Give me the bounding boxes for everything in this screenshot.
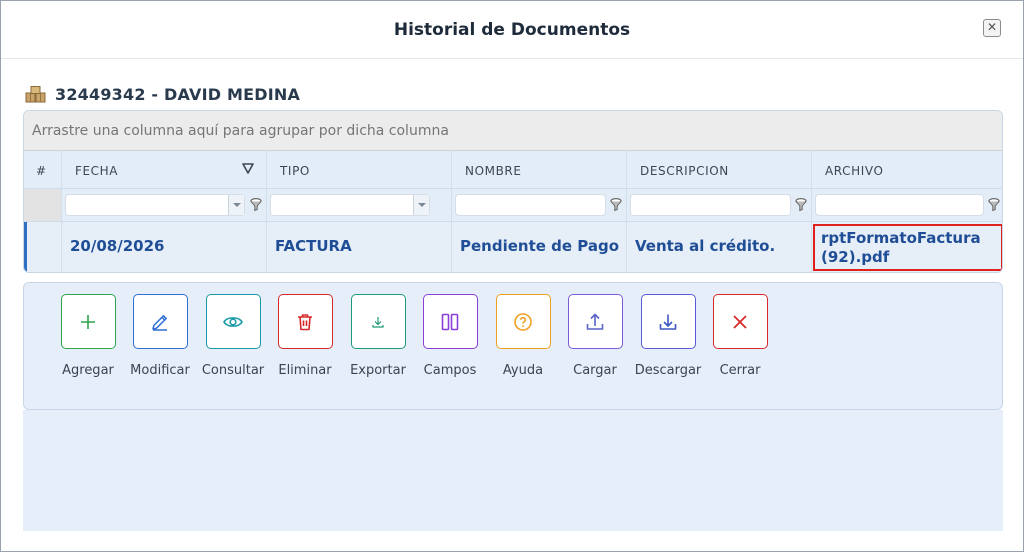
delete-button[interactable]: Eliminar [265,294,345,378]
columns-icon [441,313,459,330]
export-icon [372,316,384,328]
help-button[interactable]: Ayuda [483,294,563,378]
filter-funnel-icon[interactable] [250,198,262,212]
archivo-cell: rptFormatoFactura (92).pdf [812,222,1002,272]
dialog-close-button[interactable]: ✕ [983,19,1001,37]
filter-cell-nombre [452,189,627,221]
column-header-fecha[interactable]: FECHA [62,151,267,188]
filter-cell-descripcion [627,189,812,221]
table-row[interactable]: 20/08/2026 FACTURA Pendiente de Pago Ven… [24,222,1002,272]
column-header-num[interactable]: # [24,151,62,188]
filter-cell-num [24,189,62,221]
trash-icon [298,313,312,330]
column-header-archivo[interactable]: ARCHIVO [812,151,1002,188]
grid-filter-row [24,189,1002,222]
plus-icon [81,314,95,329]
upload-icon [586,313,604,330]
fecha-cell: 20/08/2026 [62,222,267,272]
boxes-icon [25,85,46,102]
upload-button[interactable]: Cargar [555,294,635,378]
tipo-cell: FACTURA [267,222,452,272]
filter-funnel-icon[interactable] [610,198,622,212]
descripcion-filter-input[interactable] [630,194,791,216]
edit-button[interactable]: Modificar [120,294,200,378]
archivo-file-link[interactable]: rptFormatoFactura (92).pdf [813,224,1002,271]
download-icon [659,314,677,330]
record-title: 32449342 - DAVID MEDINA [55,84,301,104]
tipo-filter-input[interactable] [270,194,430,216]
column-header-nombre[interactable]: NOMBRE [452,151,627,188]
row-num-cell [27,222,62,272]
sort-descending-icon[interactable] [242,163,254,174]
empty-panel-area [23,410,1003,531]
close-button[interactable]: Cerrar [700,294,780,378]
record-header: 32449342 - DAVID MEDINA [25,83,300,105]
filter-cell-archivo [812,189,1002,221]
close-icon [733,314,747,329]
help-icon [514,312,532,331]
descripcion-cell: Venta al crédito. [627,222,812,272]
download-button[interactable]: Descargar [628,294,708,378]
add-button[interactable]: Agregar [48,294,128,378]
dialog-title: Historial de Documentos [393,20,631,40]
nombre-cell: Pendiente de Pago [452,222,627,272]
filter-funnel-icon[interactable] [795,198,807,212]
action-toolbar: Agregar Modificar Consultar Eliminar Exp… [23,282,1003,410]
document-history-dialog: Historial de Documentos ✕ 32449342 - DAV… [0,0,1024,552]
column-header-descripcion[interactable]: DESCRIPCION [627,151,812,188]
filter-cell-fecha [62,189,267,221]
view-button[interactable]: Consultar [193,294,273,378]
pencil-icon [152,314,167,331]
dialog-header: Historial de Documentos ✕ [1,1,1023,59]
fields-button[interactable]: Campos [410,294,490,378]
group-panel[interactable]: Arrastre una columna aquí para agrupar p… [24,111,1002,151]
column-header-tipo[interactable]: TIPO [267,151,452,188]
archivo-filter-input[interactable] [815,194,984,216]
nombre-filter-input[interactable] [455,194,606,216]
tipo-filter-dropdown[interactable] [413,195,429,215]
fecha-filter-input[interactable] [65,194,245,216]
export-button[interactable]: Exportar [338,294,418,378]
filter-cell-tipo [267,189,452,221]
documents-grid: Arrastre una columna aquí para agrupar p… [23,110,1003,273]
filter-funnel-icon[interactable] [988,198,1000,212]
grid-header-row: # FECHA TIPO NOMBRE DESCRIPCION ARCHIVO [24,151,1002,189]
eye-icon [223,316,243,327]
fecha-filter-dropdown[interactable] [228,195,244,215]
